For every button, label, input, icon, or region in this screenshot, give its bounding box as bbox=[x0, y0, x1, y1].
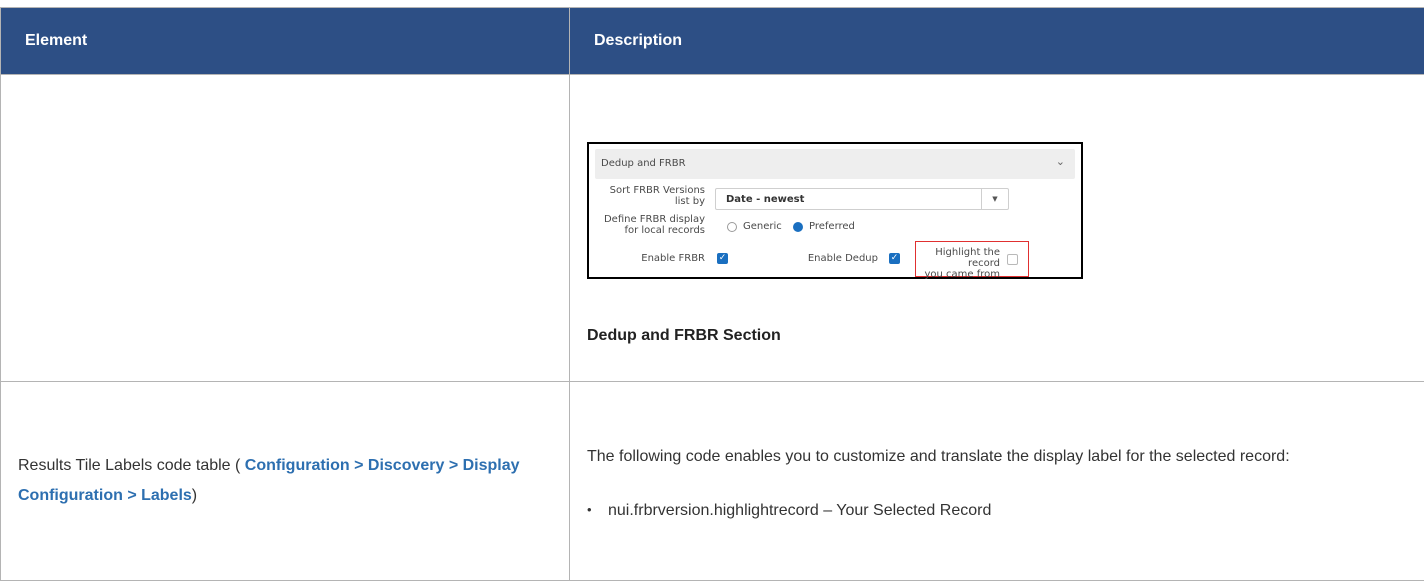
enable-dedup-checkbox[interactable]: ✓ bbox=[889, 253, 900, 264]
list-item: nui.frbrversion.highlightrecord – Your S… bbox=[608, 502, 1424, 520]
sort-versions-value: Date - newest bbox=[726, 194, 804, 205]
radio-preferred-label: Preferred bbox=[809, 221, 855, 232]
sort-versions-label: Sort FRBR Versions list by bbox=[610, 185, 705, 207]
element-prefix: Results Tile Labels code table ( bbox=[18, 457, 245, 474]
description-text: The following code enables you to custom… bbox=[587, 442, 1424, 472]
sort-label-line2: list by bbox=[610, 196, 705, 207]
enable-dedup-label: Enable Dedup bbox=[808, 253, 878, 264]
radio-preferred[interactable] bbox=[793, 222, 803, 232]
sort-label-line1: Sort FRBR Versions bbox=[610, 185, 705, 196]
highlight-record-label: Highlight the record you came from bbox=[916, 247, 1000, 280]
description-cell: Dedup and FRBR ⌄ Sort FRBR Versions list… bbox=[570, 75, 1424, 382]
header-description: Description bbox=[570, 8, 1424, 75]
highlight-record-box: Highlight the record you came from bbox=[915, 241, 1029, 277]
highlight-record-checkbox[interactable] bbox=[1007, 254, 1018, 265]
table-row: Dedup and FRBR ⌄ Sort FRBR Versions list… bbox=[1, 75, 1424, 382]
documentation-table: Element Description Dedup and FRBR ⌄ Sor… bbox=[0, 7, 1424, 581]
sort-versions-select[interactable]: Date - newest ▼ bbox=[715, 188, 1009, 210]
element-text: Results Tile Labels code table ( Configu… bbox=[18, 451, 569, 511]
screenshot-caption: Dedup and FRBR Section bbox=[587, 327, 1424, 345]
header-element: Element bbox=[1, 8, 570, 75]
dedup-frbr-screenshot: Dedup and FRBR ⌄ Sort FRBR Versions list… bbox=[587, 142, 1083, 279]
element-cell bbox=[1, 75, 570, 382]
dropdown-arrow-icon[interactable]: ▼ bbox=[981, 189, 1008, 209]
table-header-row: Element Description bbox=[1, 8, 1424, 75]
table-row: Results Tile Labels code table ( Configu… bbox=[1, 382, 1424, 581]
highlight-label-line2: you came from bbox=[916, 269, 1000, 280]
enable-frbr-label: Enable FRBR bbox=[641, 253, 705, 264]
radio-generic[interactable] bbox=[727, 222, 737, 232]
highlight-label-line1: Highlight the record bbox=[916, 247, 1000, 269]
section-title: Dedup and FRBR bbox=[601, 158, 686, 169]
radio-generic-label: Generic bbox=[743, 221, 782, 232]
element-cell: Results Tile Labels code table ( Configu… bbox=[1, 382, 570, 581]
chevron-down-icon: ⌄ bbox=[1056, 155, 1065, 168]
code-list: nui.frbrversion.highlightrecord – Your S… bbox=[587, 502, 1424, 520]
description-cell: The following code enables you to custom… bbox=[570, 382, 1424, 581]
define-label-line1: Define FRBR display bbox=[604, 214, 705, 225]
element-suffix: ) bbox=[192, 487, 197, 504]
define-display-label: Define FRBR display for local records bbox=[604, 214, 705, 236]
section-header: Dedup and FRBR ⌄ bbox=[595, 149, 1075, 179]
enable-frbr-checkbox[interactable]: ✓ bbox=[717, 253, 728, 264]
define-label-line2: for local records bbox=[604, 225, 705, 236]
